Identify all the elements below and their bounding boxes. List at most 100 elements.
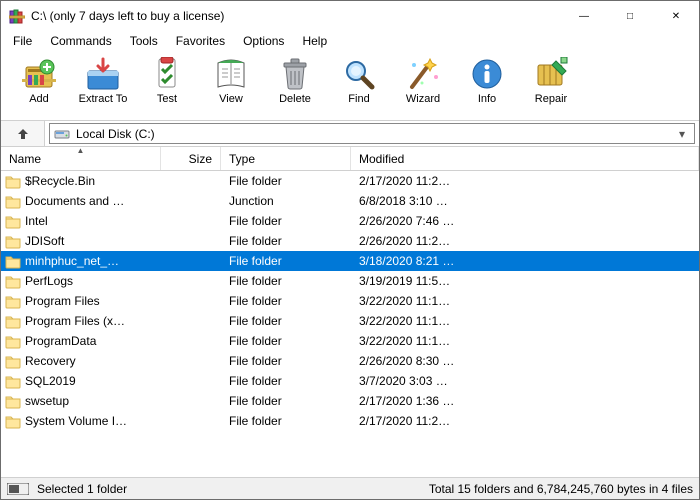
folder-icon	[5, 333, 21, 349]
minimize-button[interactable]: —	[561, 1, 607, 31]
toolbar-info-button[interactable]: Info	[455, 55, 519, 107]
toolbar-add-label: Add	[29, 93, 49, 105]
maximize-button[interactable]: □	[607, 1, 653, 31]
titlebar: C:\ (only 7 days left to buy a license) …	[1, 1, 699, 31]
column-modified[interactable]: Modified	[351, 147, 699, 170]
file-row[interactable]: JDISoft File folder2/26/2020 11:2…	[1, 231, 699, 251]
file-name: SQL2019	[25, 374, 76, 388]
file-name: swsetup	[25, 394, 69, 408]
file-type: File folder	[221, 294, 351, 308]
column-name[interactable]: ▲ Name	[1, 147, 161, 170]
toolbar-delete-label: Delete	[279, 93, 311, 105]
file-row[interactable]: SQL2019File folder3/7/2020 3:03 …	[1, 371, 699, 391]
file-type: File folder	[221, 274, 351, 288]
file-row[interactable]: PerfLogsFile folder3/19/2019 11:5…	[1, 271, 699, 291]
toolbar-view-label: View	[219, 93, 243, 105]
file-name: Program Files	[25, 294, 100, 308]
file-name: Intel	[25, 214, 48, 228]
file-modified: 2/17/2020 11:2…	[351, 174, 699, 188]
file-name: Recovery	[25, 354, 76, 368]
toolbar-info-label: Info	[478, 93, 496, 105]
disk-usage-icon	[7, 483, 29, 495]
folder-icon	[5, 213, 21, 229]
file-row[interactable]: Documents and …Junction6/8/2018 3:10 …	[1, 191, 699, 211]
column-type-label: Type	[229, 152, 255, 166]
file-list[interactable]: $Recycle.BinFile folder2/17/2020 11:2…Do…	[1, 171, 699, 471]
file-row[interactable]: IntelFile folder2/26/2020 7:46 …	[1, 211, 699, 231]
up-button[interactable]	[1, 121, 45, 146]
file-name: ProgramData	[25, 334, 96, 348]
file-modified: 3/22/2020 11:1…	[351, 294, 699, 308]
delete-icon	[278, 57, 312, 91]
file-row[interactable]: ProgramDataFile folder3/22/2020 11:1…	[1, 331, 699, 351]
toolbar-add-button[interactable]: Add	[7, 55, 71, 107]
toolbar-extract-label: Extract To	[79, 93, 128, 105]
file-modified: 6/8/2018 3:10 …	[351, 194, 699, 208]
info-icon	[470, 57, 504, 91]
column-modified-label: Modified	[359, 152, 404, 166]
menu-help[interactable]: Help	[294, 33, 335, 49]
file-type: File folder	[221, 354, 351, 368]
file-type: File folder	[221, 394, 351, 408]
file-name: Documents and …	[25, 194, 124, 208]
file-type: File folder	[221, 254, 351, 268]
file-row[interactable]: System Volume I…File folder2/17/2020 11:…	[1, 411, 699, 431]
folder-icon	[5, 373, 21, 389]
file-modified: 2/26/2020 7:46 …	[351, 214, 699, 228]
wizard-icon	[406, 57, 440, 91]
menu-file[interactable]: File	[5, 33, 40, 49]
menu-tools[interactable]: Tools	[122, 33, 166, 49]
file-type: File folder	[221, 234, 351, 248]
file-row[interactable]: Recovery File folder2/26/2020 8:30 …	[1, 351, 699, 371]
file-type: File folder	[221, 334, 351, 348]
file-name: minhphuc_net_…	[25, 254, 119, 268]
file-name: Program Files (x…	[25, 314, 125, 328]
drive-icon	[54, 126, 70, 142]
folder-icon	[5, 233, 21, 249]
file-modified: 3/7/2020 3:03 …	[351, 374, 699, 388]
folder-icon	[5, 313, 21, 329]
folder-icon	[5, 413, 21, 429]
file-modified: 2/26/2020 8:30 …	[351, 354, 699, 368]
window-title: C:\ (only 7 days left to buy a license)	[31, 9, 224, 23]
toolbar-find-button[interactable]: Find	[327, 55, 391, 107]
status-left: Selected 1 folder	[37, 482, 127, 496]
toolbar-extract-button[interactable]: Extract To	[71, 55, 135, 107]
file-row[interactable]: $Recycle.BinFile folder2/17/2020 11:2…	[1, 171, 699, 191]
add-icon	[22, 57, 56, 91]
folder-icon	[5, 293, 21, 309]
toolbar: Add Extract To Test View Delete Find Wizard Inf…	[1, 51, 699, 121]
folder-icon	[5, 393, 21, 409]
toolbar-repair-button[interactable]: Repair	[519, 55, 583, 107]
column-name-label: Name	[9, 152, 41, 166]
toolbar-test-label: Test	[157, 93, 177, 105]
column-type[interactable]: Type	[221, 147, 351, 170]
menu-commands[interactable]: Commands	[42, 33, 119, 49]
menu-options[interactable]: Options	[235, 33, 292, 49]
toolbar-view-button[interactable]: View	[199, 55, 263, 107]
column-size-label: Size	[189, 152, 212, 166]
column-headers: ▲ Name Size Type Modified	[1, 147, 699, 171]
test-icon	[150, 57, 184, 91]
file-row[interactable]: minhphuc_net_… File folder3/18/2020 8:21 …	[1, 251, 699, 271]
file-modified: 3/19/2019 11:5…	[351, 274, 699, 288]
file-modified: 2/26/2020 11:2…	[351, 234, 699, 248]
toolbar-wizard-button[interactable]: Wizard	[391, 55, 455, 107]
toolbar-delete-button[interactable]: Delete	[263, 55, 327, 107]
close-button[interactable]: ✕	[653, 1, 699, 31]
status-bar: Selected 1 folder Total 15 folders and 6…	[1, 477, 699, 499]
winrar-icon	[9, 8, 25, 24]
file-modified: 3/18/2020 8:21 …	[351, 254, 699, 268]
column-size[interactable]: Size	[161, 147, 221, 170]
address-dropdown-icon[interactable]: ▾	[674, 127, 690, 141]
file-name: JDISoft	[25, 234, 64, 248]
toolbar-repair-label: Repair	[535, 93, 567, 105]
file-row[interactable]: Program Files (x…File folder3/22/2020 11…	[1, 311, 699, 331]
toolbar-test-button[interactable]: Test	[135, 55, 199, 107]
address-bar[interactable]: Local Disk (C:) ▾	[49, 123, 695, 144]
file-row[interactable]: swsetupFile folder2/17/2020 1:36 …	[1, 391, 699, 411]
file-row[interactable]: Program Files File folder3/22/2020 11:1…	[1, 291, 699, 311]
toolbar-wizard-label: Wizard	[406, 93, 440, 105]
menu-favorites[interactable]: Favorites	[168, 33, 233, 49]
file-modified: 3/22/2020 11:1…	[351, 314, 699, 328]
